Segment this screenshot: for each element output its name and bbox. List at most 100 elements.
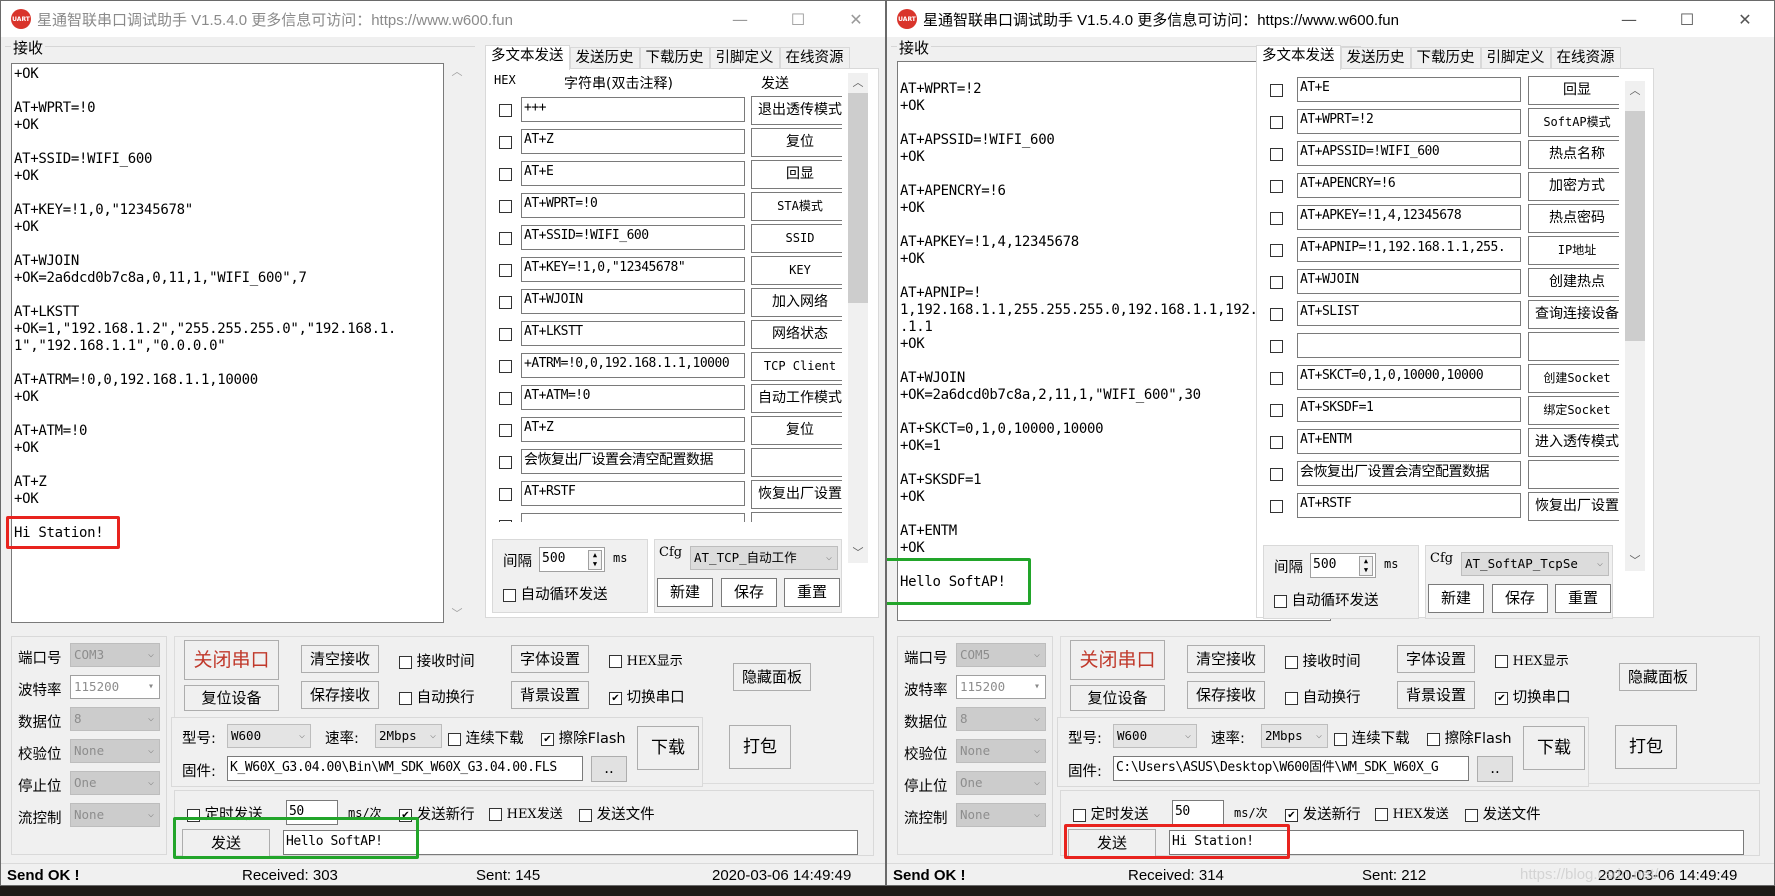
auto-loop-checkbox[interactable]: 自动循环发送: [1274, 589, 1379, 610]
send-command-button[interactable]: 自动工作模式: [751, 384, 842, 413]
timed-send-checkbox[interactable]: 定时发送: [1073, 803, 1149, 824]
command-input[interactable]: AT+Z: [521, 129, 745, 154]
port-flow-select[interactable]: None ⌵: [956, 803, 1046, 827]
port-stop-select[interactable]: One ⌵: [70, 771, 160, 795]
hex-send-checkbox[interactable]: HEX发送: [489, 803, 563, 822]
tab-0[interactable]: 多文本发送: [1256, 45, 1341, 70]
checkbox-icon[interactable]: [1073, 808, 1086, 822]
hex-checkbox[interactable]: [1270, 244, 1283, 257]
send-command-button[interactable]: 网络状态: [751, 320, 842, 349]
tab-0[interactable]: 多文本发送: [485, 45, 570, 70]
model-select[interactable]: W600 ⌵: [1113, 724, 1197, 748]
command-input[interactable]: AT+E: [1297, 77, 1521, 102]
command-input[interactable]: AT+SLIST: [1297, 301, 1521, 326]
send-command-button[interactable]: [1528, 460, 1619, 489]
send-command-button[interactable]: 进入透传模式: [1528, 428, 1619, 457]
close-button[interactable]: ✕: [827, 1, 885, 37]
cfg-select[interactable]: AT_TCP_自动工作 ⌵: [690, 546, 838, 570]
send-newline-checkbox[interactable]: ✔ 发送新行: [1285, 803, 1361, 824]
send-command-button[interactable]: 热点名称: [1528, 140, 1619, 169]
spinner-arrows-icon[interactable]: ▲ ▼: [1359, 556, 1373, 576]
command-input[interactable]: [1297, 333, 1521, 358]
send-command-button[interactable]: [751, 512, 842, 522]
checkbox-icon[interactable]: [579, 808, 592, 822]
command-input[interactable]: AT+WJOIN: [1297, 269, 1521, 294]
command-input[interactable]: AT+WPRT=!0: [521, 193, 745, 218]
send-command-button[interactable]: 热点密码: [1528, 204, 1619, 233]
checkbox-checked-icon[interactable]: ✔: [1495, 691, 1508, 705]
cfg-select[interactable]: AT_SoftAP_TcpSe ⌵: [1461, 552, 1609, 576]
hex-checkbox[interactable]: [499, 232, 512, 245]
tab-4[interactable]: 在线资源: [779, 47, 850, 69]
hex-checkbox[interactable]: [499, 136, 512, 149]
send-command-button[interactable]: 加入网络: [751, 288, 842, 317]
checkbox-checked-icon[interactable]: ✔: [541, 732, 554, 746]
erase-flash-checkbox[interactable]: 擦除Flash: [1427, 727, 1512, 748]
hex-checkbox[interactable]: [499, 456, 512, 469]
send-command-button[interactable]: SSID: [751, 224, 842, 253]
title-bar[interactable]: UART 星通智联串口调试助手 V1.5.4.0 更多信息可访问：https:/…: [1, 1, 885, 37]
hex-display-checkbox[interactable]: HEX显示: [1495, 650, 1569, 669]
checkbox-icon[interactable]: [1274, 594, 1287, 608]
tab-4[interactable]: 在线资源: [1550, 47, 1621, 69]
hex-checkbox[interactable]: [1270, 84, 1283, 97]
maximize-button[interactable]: ☐: [1658, 1, 1716, 37]
title-bar[interactable]: UART 星通智联串口调试助手 V1.5.4.0 更多信息可访问：https:/…: [887, 1, 1774, 37]
receive-time-checkbox[interactable]: 接收时间: [399, 650, 475, 671]
download-button[interactable]: 下载: [637, 726, 699, 770]
interval-spinner[interactable]: 500 ▲ ▼: [539, 547, 605, 572]
hex-checkbox[interactable]: [499, 360, 512, 373]
send-command-button[interactable]: TCP Client: [751, 352, 842, 381]
hex-checkbox[interactable]: [1270, 180, 1283, 193]
command-input[interactable]: AT+LKSTT: [521, 321, 745, 346]
port-baud-select[interactable]: 115200 ▾: [956, 675, 1046, 699]
model-select[interactable]: W600 ⌵: [227, 724, 311, 748]
send-command-button[interactable]: 创建热点: [1528, 268, 1619, 297]
reset-device-button[interactable]: 复位设备: [1070, 685, 1165, 711]
command-input[interactable]: AT+WJOIN: [521, 289, 745, 314]
command-input[interactable]: AT+SKSDF=1: [1297, 397, 1521, 422]
command-input[interactable]: 会恢复出厂设置会清空配置数据: [1297, 461, 1521, 486]
minimize-button[interactable]: —: [1600, 1, 1658, 37]
pack-button[interactable]: 打包: [1615, 725, 1677, 769]
reset-device-button[interactable]: 复位设备: [184, 685, 279, 711]
font-settings-button[interactable]: 字体设置: [1397, 645, 1475, 673]
port-parity-select[interactable]: None ⌵: [956, 739, 1046, 763]
close-port-button[interactable]: 关闭串口: [184, 640, 279, 680]
send-command-button[interactable]: 复位: [751, 128, 842, 157]
timer-interval-input[interactable]: 50: [1172, 800, 1224, 825]
hide-panel-button[interactable]: 隐藏面板: [1619, 663, 1697, 691]
hex-checkbox[interactable]: [499, 328, 512, 341]
hex-checkbox[interactable]: [1270, 500, 1283, 513]
firmware-path-input[interactable]: K_W60X_G3.04.00\Bin\WM_SDK_W60X_G3.04.00…: [227, 756, 583, 781]
continuous-download-checkbox[interactable]: 连续下载: [448, 727, 524, 748]
tab-1[interactable]: 发送历史: [569, 47, 640, 69]
scroll-thumb[interactable]: [848, 93, 868, 303]
browse-firmware-button[interactable]: ..: [1477, 756, 1513, 782]
rate-select[interactable]: 2Mbps ⌵: [1261, 724, 1328, 748]
scroll-up-icon[interactable]: ︿: [448, 63, 466, 81]
tab-2[interactable]: 下载历史: [1410, 47, 1481, 69]
hex-checkbox[interactable]: [499, 392, 512, 405]
hex-checkbox[interactable]: [1270, 148, 1283, 161]
command-input[interactable]: AT+APNIP=!1,192.168.1.1,255.: [1297, 237, 1521, 262]
send-command-button[interactable]: 加密方式: [1528, 172, 1619, 201]
auto-wrap-checkbox[interactable]: 自动换行: [399, 686, 475, 707]
send-command-button[interactable]: 恢复出厂设置: [1528, 492, 1619, 521]
background-settings-button[interactable]: 背景设置: [511, 681, 589, 709]
new-config-button[interactable]: 新建: [1428, 584, 1484, 613]
spinner-arrows-icon[interactable]: ▲ ▼: [588, 550, 602, 570]
send-command-button[interactable]: 退出透传模式: [751, 96, 842, 125]
switch-port-checkbox[interactable]: ✔ 切换串口: [609, 686, 685, 707]
hex-display-checkbox[interactable]: HEX显示: [609, 650, 683, 669]
firmware-path-input[interactable]: C:\Users\ASUS\Desktop\W600固件\WM_SDK_W60X…: [1113, 756, 1469, 781]
background-settings-button[interactable]: 背景设置: [1397, 681, 1475, 709]
checkbox-checked-icon[interactable]: ✔: [1285, 808, 1298, 822]
scroll-up-icon[interactable]: ︿: [1625, 81, 1645, 101]
send-command-button[interactable]: [1528, 332, 1619, 361]
save-receive-button[interactable]: 保存接收: [301, 681, 379, 709]
multi-text-scrollbar[interactable]: ︿ ﹀: [848, 73, 868, 563]
command-input[interactable]: +++: [521, 97, 745, 122]
reset-config-button[interactable]: 重置: [1555, 584, 1611, 613]
command-input[interactable]: AT+Z: [521, 417, 745, 442]
